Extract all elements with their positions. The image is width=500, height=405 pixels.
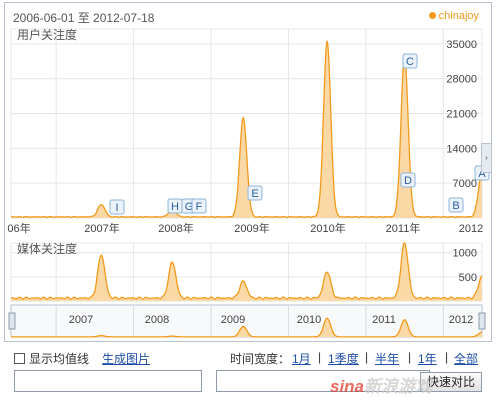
span-sep-3: | bbox=[408, 350, 412, 364]
user-x-tick-label: 2007年 bbox=[84, 221, 119, 235]
user-y-tick-label: 21000 bbox=[446, 109, 477, 121]
avg-line-checkbox[interactable] bbox=[14, 353, 25, 364]
event-marker-label: F bbox=[196, 201, 203, 213]
compare-input-1[interactable] bbox=[14, 370, 202, 392]
user-x-tick-label: 06年 bbox=[7, 221, 30, 235]
overview-x-tick-label: 2012 bbox=[449, 314, 473, 326]
user-panel-title: 用户关注度 bbox=[17, 27, 77, 42]
event-marker-label: D bbox=[404, 175, 412, 187]
overview-x-tick-label: 2009 bbox=[221, 314, 245, 326]
navigator-left-handle bbox=[8, 312, 16, 330]
span-1-month[interactable]: 1月 bbox=[292, 350, 311, 367]
user-x-tick-label: 2011年 bbox=[386, 221, 421, 235]
user-x-tick-label: 2008年 bbox=[158, 221, 193, 235]
time-span-label: 时间宽度： bbox=[230, 352, 291, 366]
media-panel-title: 媒体关注度 bbox=[17, 241, 77, 256]
event-marker-D: D bbox=[400, 172, 416, 188]
event-marker-H: H bbox=[167, 198, 183, 214]
overview-x-tick-label: 2011 bbox=[372, 314, 396, 326]
controls-bar: 显示均值线 生成图片 时间宽度： 1月 | 1季度 | 半年 | 1年 | 全部 bbox=[14, 350, 484, 370]
avg-line-label: 显示均值线 bbox=[29, 352, 90, 366]
user-y-tick-label: 35000 bbox=[446, 39, 477, 51]
span-half-year[interactable]: 半年 bbox=[375, 350, 399, 367]
charts-svg: 700014000210002800035000用户关注度I H G FEDCBA06… bbox=[7, 27, 490, 338]
overview-x-tick-label: 2007 bbox=[69, 314, 93, 326]
user-x-tick-label: 2010年 bbox=[310, 221, 345, 235]
media-y-tick-label: 500 bbox=[459, 272, 477, 284]
event-marker-label: C bbox=[406, 56, 414, 68]
chart-frame: 2006-06-01 至 2012-07-18 chinajoy 7000 140… bbox=[4, 2, 492, 342]
event-marker-I: I bbox=[109, 199, 125, 215]
event-marker-label: H bbox=[171, 201, 179, 213]
user-y-tick-label: 14000 bbox=[446, 143, 477, 155]
span-sep-4: | bbox=[445, 350, 449, 364]
user-x-tick-label: 2009年 bbox=[234, 221, 269, 235]
user-y-tick-label: 7000 bbox=[453, 178, 477, 190]
event-marker-E: E bbox=[247, 185, 263, 201]
span-sep-1: | bbox=[318, 350, 322, 364]
avg-line-toggle[interactable]: 显示均值线 bbox=[14, 350, 89, 367]
user-x-tick-label: 2012 bbox=[459, 223, 483, 235]
event-marker-B: B bbox=[448, 197, 464, 213]
user-y-tick-label: 28000 bbox=[446, 74, 477, 86]
span-1-year[interactable]: 1年 bbox=[418, 350, 437, 367]
span-1-quarter[interactable]: 1季度 bbox=[328, 350, 359, 367]
span-sep-2: | bbox=[365, 350, 369, 364]
media-y-tick-label: 1000 bbox=[453, 248, 477, 260]
overview-x-tick-label: 2010 bbox=[297, 314, 321, 326]
event-marker-C: C bbox=[402, 53, 418, 69]
watermark: sina新浪游戏 bbox=[330, 377, 433, 396]
expand-side-tab[interactable]: › bbox=[481, 143, 491, 173]
span-all[interactable]: 全部 bbox=[454, 350, 478, 367]
event-marker-label: I bbox=[115, 202, 118, 214]
event-marker-label: E bbox=[251, 188, 258, 200]
overview-x-tick-label: 2008 bbox=[145, 314, 169, 326]
navigator-right-handle bbox=[478, 312, 486, 330]
event-marker-F: F bbox=[191, 198, 207, 214]
generate-image-link[interactable]: 生成图片 bbox=[102, 350, 150, 367]
event-marker-label: B bbox=[452, 200, 459, 212]
